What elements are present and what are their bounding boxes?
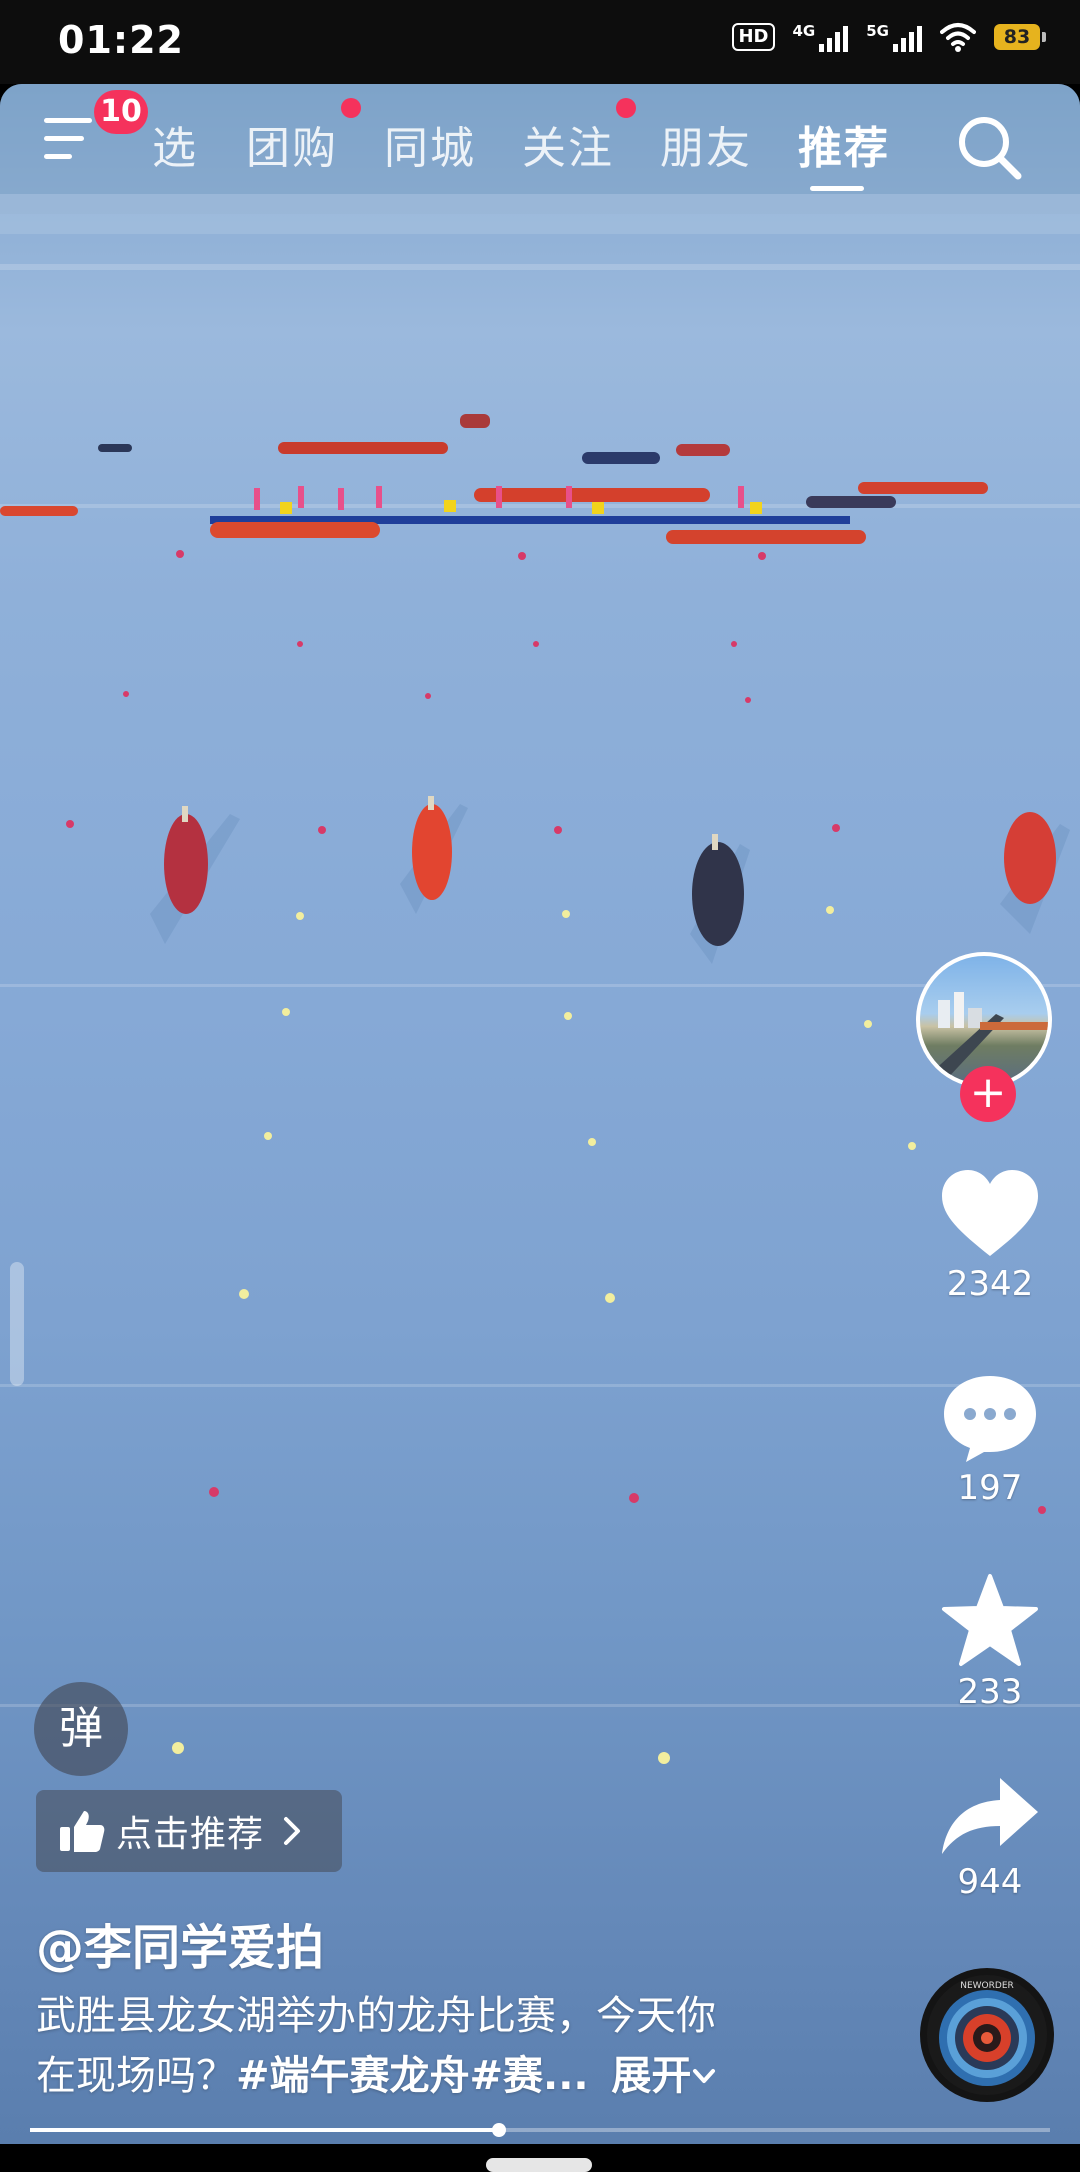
progress-fill bbox=[30, 2128, 500, 2132]
share-button[interactable]: 944 bbox=[930, 1774, 1050, 1902]
tab-featured[interactable]: 选 bbox=[152, 112, 198, 176]
star-icon bbox=[942, 1574, 1038, 1666]
comment-button[interactable]: 197 bbox=[930, 1372, 1050, 1508]
tab-group-buy-dot bbox=[341, 98, 361, 118]
tab-following[interactable]: 关注 bbox=[522, 112, 614, 176]
status-time: 01:22 bbox=[58, 18, 184, 62]
hd-icon: HD bbox=[732, 23, 775, 51]
caption-line-2: 在现场吗？#端午赛龙舟#赛... 展开 bbox=[36, 2046, 836, 2106]
status-bar: 01:22 HD 4G 5G 83 bbox=[0, 0, 1080, 84]
scroll-handle[interactable] bbox=[10, 1262, 24, 1386]
chevron-right-icon bbox=[284, 1817, 301, 1845]
share-count: 944 bbox=[957, 1862, 1023, 1902]
tab-recommend[interactable]: 推荐 bbox=[798, 112, 890, 176]
tab-group-buy[interactable]: 团购 bbox=[246, 112, 338, 176]
disc-artwork: NEWORDER bbox=[927, 1975, 1047, 2095]
video-caption[interactable]: 武胜县龙女湖举办的龙舟比赛，今天你 在现场吗？#端午赛龙舟#赛... 展开 bbox=[36, 1986, 836, 2106]
author-name[interactable]: @李同学爱拍 bbox=[36, 1908, 324, 1978]
wifi-icon bbox=[940, 23, 976, 52]
home-indicator[interactable] bbox=[486, 2158, 592, 2172]
recommend-label: 点击推荐 bbox=[116, 1814, 265, 1855]
chevron-down-icon[interactable] bbox=[691, 2063, 717, 2089]
status-icons: HD 4G 5G 83 bbox=[732, 22, 1046, 52]
tab-local[interactable]: 同城 bbox=[384, 112, 476, 176]
signal-4g-icon: 4G bbox=[793, 22, 849, 52]
danmaku-toggle[interactable]: 弹 bbox=[34, 1682, 128, 1776]
expand-link[interactable]: 展开 bbox=[611, 2053, 691, 2099]
music-disc[interactable]: NEWORDER bbox=[920, 1968, 1054, 2102]
share-icon bbox=[942, 1778, 1038, 1854]
thumbs-up-icon bbox=[60, 1811, 105, 1852]
signal-5g-icon: 5G bbox=[866, 22, 922, 52]
heart-icon bbox=[942, 1170, 1038, 1256]
lane-buoys bbox=[66, 550, 1046, 1514]
racing-boats bbox=[150, 796, 1070, 964]
top-nav: 10 选 团购 同城 关注 朋友 推荐 bbox=[0, 84, 1080, 204]
notification-badge: 10 bbox=[94, 90, 148, 134]
caption-line-1: 武胜县龙女湖举办的龙舟比赛，今天你 bbox=[36, 1993, 716, 2039]
tab-active-indicator bbox=[810, 186, 864, 191]
boats-far-cluster bbox=[0, 414, 988, 544]
avatar-image bbox=[930, 992, 1048, 1082]
video-progress-bar[interactable] bbox=[30, 2123, 1050, 2137]
disc-label: NEWORDER bbox=[960, 1981, 1014, 1991]
follow-plus-icon[interactable]: + bbox=[960, 1066, 1016, 1122]
favorite-count: 233 bbox=[957, 1672, 1023, 1712]
search-icon[interactable] bbox=[954, 112, 1024, 182]
like-button[interactable]: 2342 bbox=[930, 1168, 1050, 1304]
tab-following-dot bbox=[616, 98, 636, 118]
comment-count: 197 bbox=[957, 1468, 1023, 1508]
caption-hashtags[interactable]: #端午赛龙舟#赛... bbox=[236, 2053, 589, 2099]
tab-friends[interactable]: 朋友 bbox=[660, 112, 752, 176]
like-count: 2342 bbox=[946, 1264, 1034, 1304]
caption-text: 在现场吗？ bbox=[36, 2053, 236, 2099]
comment-icon bbox=[944, 1376, 1036, 1462]
menu-icon[interactable] bbox=[44, 118, 96, 162]
recommend-button[interactable]: 点击推荐 bbox=[36, 1790, 342, 1872]
battery-indicator: 83 bbox=[994, 24, 1046, 50]
favorite-button[interactable]: 233 bbox=[930, 1572, 1050, 1712]
